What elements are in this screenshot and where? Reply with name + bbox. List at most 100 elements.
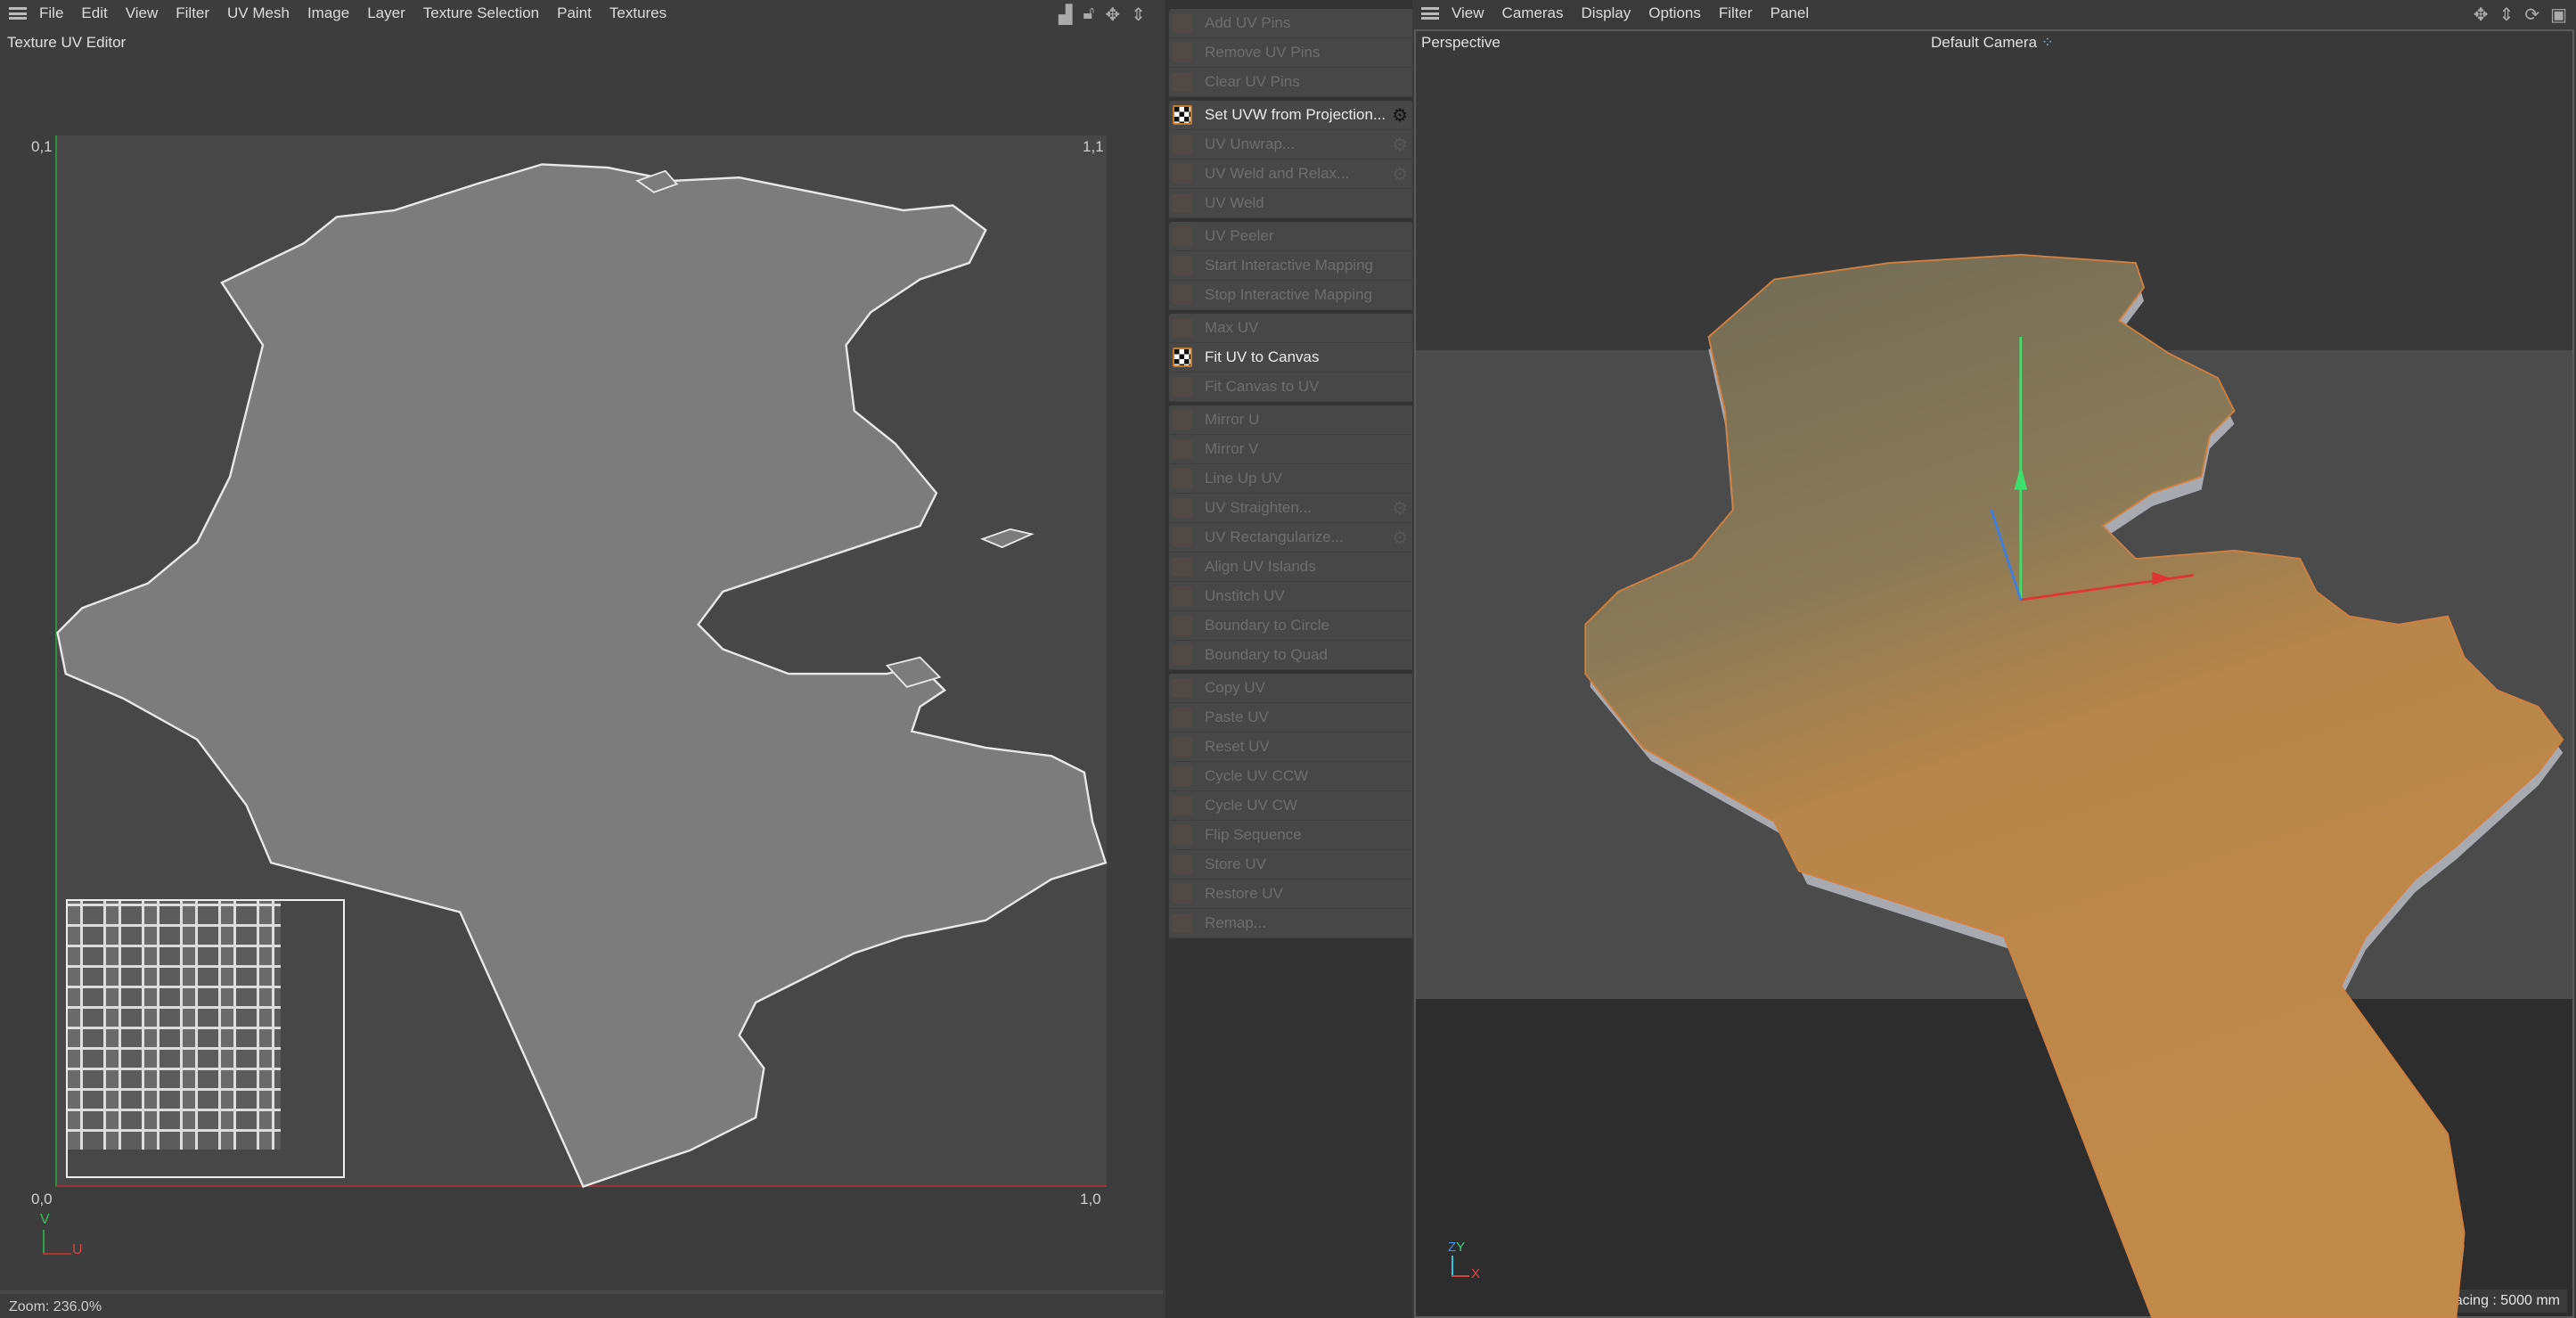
- menu-cameras[interactable]: Cameras: [1502, 4, 1564, 22]
- tool-mirror-v[interactable]: Mirror V: [1169, 435, 1413, 464]
- menu-view[interactable]: View: [1452, 4, 1484, 22]
- menu-filter[interactable]: Filter: [1719, 4, 1753, 22]
- menu-edit[interactable]: Edit: [81, 4, 107, 22]
- maximize-view-icon[interactable]: ▣: [2550, 4, 2567, 26]
- move-view-icon[interactable]: ✥: [2474, 4, 2489, 26]
- corner-label-bottom-left: 0,0: [31, 1191, 53, 1207]
- tool-reset-uv[interactable]: Reset UV: [1169, 733, 1413, 762]
- menu-uv-mesh[interactable]: UV Mesh: [227, 4, 290, 22]
- grid-plane: [1416, 350, 2572, 999]
- align-uv-islands-icon: [1173, 557, 1192, 577]
- gear-icon[interactable]: ⚙: [1392, 497, 1408, 520]
- camera-label[interactable]: Default Camera ⁘: [1931, 34, 2054, 52]
- tool-copy-uv[interactable]: Copy UV: [1169, 674, 1413, 703]
- tool-label: Stop Interactive Mapping: [1205, 286, 1373, 303]
- tool-restore-uv[interactable]: Restore UV: [1169, 880, 1413, 909]
- menu-options[interactable]: Options: [1648, 4, 1701, 22]
- tool-fit-uv-to-canvas[interactable]: Fit UV to Canvas: [1169, 343, 1413, 372]
- histogram-icon[interactable]: ▟: [1059, 4, 1072, 26]
- tool-group: Max UV Fit UV to Canvas Fit Canvas to UV: [1169, 314, 1413, 402]
- tool-label: Store UV: [1205, 855, 1266, 872]
- tool-label: Cycle UV CW: [1205, 797, 1297, 814]
- tool-uv-rectangularize[interactable]: UV Rectangularize... ⚙: [1169, 523, 1413, 553]
- tool-remap[interactable]: Remap...: [1169, 909, 1413, 938]
- menu-textures[interactable]: Textures: [609, 4, 666, 22]
- tool-line-up-uv[interactable]: Line Up UV: [1169, 464, 1413, 494]
- zoom-view-icon[interactable]: ⇕: [2499, 4, 2515, 26]
- menu-filter[interactable]: Filter: [176, 4, 209, 22]
- thumbnail-uv-grid: [68, 901, 281, 1150]
- lock-icon[interactable]: 🔓︎: [1083, 4, 1094, 26]
- stop-interactive-mapping-icon: [1173, 285, 1192, 305]
- tool-label: Boundary to Quad: [1205, 646, 1328, 663]
- texture-thumbnail[interactable]: [66, 899, 345, 1178]
- tool-start-interactive-mapping[interactable]: Start Interactive Mapping: [1169, 251, 1413, 281]
- tool-label: Set UVW from Projection...: [1205, 106, 1386, 123]
- tool-paste-uv[interactable]: Paste UV: [1169, 703, 1413, 733]
- start-interactive-mapping-icon: [1173, 256, 1192, 275]
- corner-label-top-right: 1,1: [1083, 138, 1104, 155]
- tool-uv-peeler[interactable]: UV Peeler: [1169, 222, 1413, 251]
- tool-cycle-uv-cw[interactable]: Cycle UV CW: [1169, 791, 1413, 821]
- tool-label: Add UV Pins: [1205, 14, 1291, 31]
- move-icon[interactable]: ✥: [1105, 4, 1120, 26]
- uv-editor-panel: File Edit View Filter UV Mesh Image Layer Textu…: [0, 0, 1163, 1318]
- gear-icon[interactable]: ⚙: [1392, 163, 1408, 185]
- zoom-arrow-icon[interactable]: ⇕: [1131, 4, 1146, 26]
- tool-add-uv-pins[interactable]: Add UV Pins: [1169, 9, 1413, 38]
- uv-toolbar-icons: ▟ 🔓︎ ✥ ⇕: [1059, 4, 1146, 26]
- axis-z-label: Z: [1448, 1240, 1457, 1255]
- menu-layer[interactable]: Layer: [367, 4, 405, 22]
- add-uv-pins-icon: [1173, 13, 1192, 33]
- menu-image[interactable]: Image: [307, 4, 349, 22]
- tool-unstitch-uv[interactable]: Unstitch UV: [1169, 582, 1413, 611]
- gear-icon[interactable]: ⚙: [1392, 134, 1408, 156]
- tool-label: UV Weld: [1205, 194, 1264, 211]
- tool-label: Mirror V: [1205, 440, 1259, 457]
- tool-fit-canvas-to-uv[interactable]: Fit Canvas to UV: [1169, 372, 1413, 402]
- tool-uv-weld-and-relax[interactable]: UV Weld and Relax... ⚙: [1169, 160, 1413, 189]
- tool-boundary-to-quad[interactable]: Boundary to Quad: [1169, 641, 1413, 670]
- menu-paint[interactable]: Paint: [557, 4, 592, 22]
- tool-mirror-u[interactable]: Mirror U: [1169, 405, 1413, 435]
- tool-clear-uv-pins[interactable]: Clear UV Pins: [1169, 68, 1413, 97]
- tool-remove-uv-pins[interactable]: Remove UV Pins: [1169, 38, 1413, 68]
- tool-cycle-uv-ccw[interactable]: Cycle UV CCW: [1169, 762, 1413, 791]
- 3d-viewport[interactable]: Perspective Default Camera ⁘ Grid Spacin…: [1414, 29, 2574, 1318]
- tool-group: Mirror U Mirror V Line Up UV UV Straighten.…: [1169, 405, 1413, 670]
- tool-store-uv[interactable]: Store UV: [1169, 850, 1413, 880]
- tool-uv-weld[interactable]: UV Weld: [1169, 189, 1413, 218]
- line-up-uv-icon: [1173, 469, 1192, 488]
- tool-stop-interactive-mapping[interactable]: Stop Interactive Mapping: [1169, 281, 1413, 310]
- hamburger-menu-icon[interactable]: [1421, 7, 1439, 20]
- tool-set-uvw-from-projection[interactable]: Set UVW from Projection... ⚙: [1169, 101, 1413, 130]
- tool-boundary-to-circle[interactable]: Boundary to Circle: [1169, 611, 1413, 641]
- boundary-to-quad-icon: [1173, 645, 1192, 665]
- menu-view[interactable]: View: [126, 4, 159, 22]
- menu-display[interactable]: Display: [1582, 4, 1631, 22]
- tool-flip-sequence[interactable]: Flip Sequence: [1169, 821, 1413, 850]
- cycle-uv-cw-icon: [1173, 796, 1192, 815]
- gear-icon[interactable]: ⚙: [1392, 527, 1408, 549]
- fit-canvas-to-uv-icon: [1173, 377, 1192, 397]
- tool-label: Boundary to Circle: [1205, 617, 1329, 634]
- uv-weld-and-relax-icon: [1173, 164, 1192, 184]
- tool-uv-unwrap[interactable]: UV Unwrap... ⚙: [1169, 130, 1413, 160]
- uv-menubar: File Edit View Filter UV Mesh Image Layer Textu…: [0, 0, 684, 27]
- tool-label: Fit Canvas to UV: [1205, 378, 1320, 395]
- hamburger-menu-icon[interactable]: [9, 7, 27, 20]
- menu-file[interactable]: File: [39, 4, 63, 22]
- clear-uv-pins-icon: [1173, 72, 1192, 92]
- gear-icon[interactable]: ⚙: [1392, 104, 1408, 127]
- tool-label: UV Straighten...: [1205, 499, 1313, 516]
- rotate-view-icon[interactable]: ⟳: [2524, 4, 2539, 26]
- menu-texture-selection[interactable]: Texture Selection: [423, 4, 539, 22]
- paste-uv-icon: [1173, 708, 1192, 727]
- status-bar: Zoom: 236.0%: [0, 1290, 1163, 1318]
- uv-tools-palette: Add UV Pins Remove UV Pins Clear UV Pins Se…: [1165, 0, 1413, 1318]
- tool-uv-straighten[interactable]: UV Straighten... ⚙: [1169, 494, 1413, 523]
- tool-max-uv[interactable]: Max UV: [1169, 314, 1413, 343]
- menu-panel[interactable]: Panel: [1770, 4, 1809, 22]
- tool-align-uv-islands[interactable]: Align UV Islands: [1169, 553, 1413, 582]
- viewport-panel: View Cameras Display Options Filter Panel ✥ ⇕ ⟳…: [1412, 0, 2576, 1318]
